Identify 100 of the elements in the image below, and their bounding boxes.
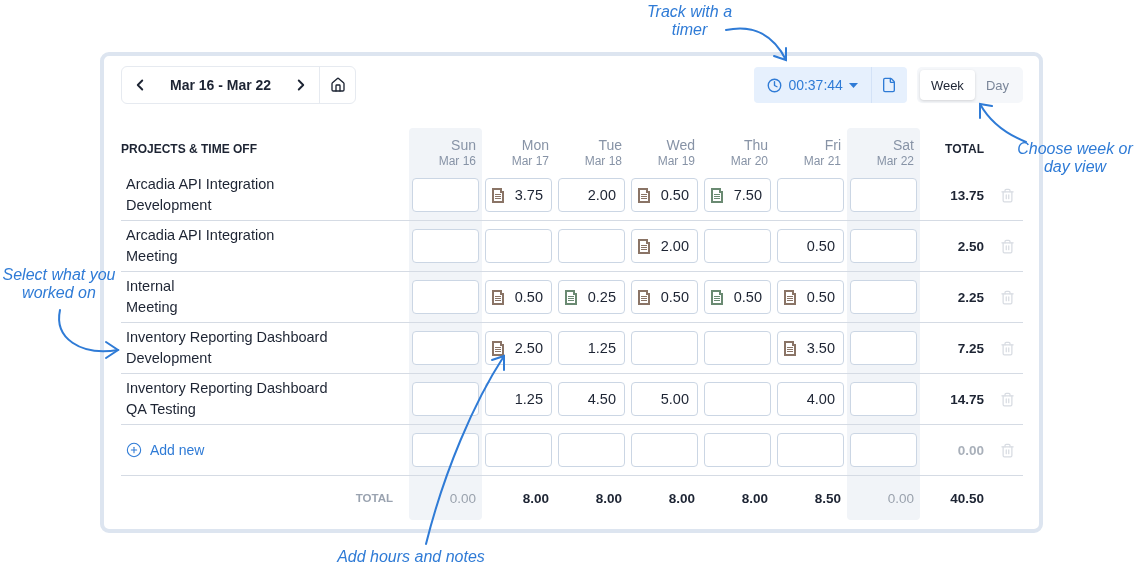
hours-input[interactable]: 4.50 bbox=[558, 382, 625, 416]
day-date: Mar 19 bbox=[657, 153, 695, 168]
day-name: Wed bbox=[666, 136, 695, 154]
project-name: Arcadia API Integration bbox=[126, 175, 275, 194]
day-total: 8.50 bbox=[813, 490, 842, 506]
day-total: 8.00 bbox=[667, 490, 696, 506]
hours-input[interactable]: 4.00 bbox=[777, 382, 844, 416]
hours-input[interactable] bbox=[558, 433, 625, 467]
hours-input[interactable] bbox=[704, 331, 771, 365]
task-name: Meeting bbox=[126, 298, 178, 317]
task-name: Meeting bbox=[126, 247, 179, 266]
hours-input[interactable]: 0.50 bbox=[631, 178, 698, 212]
day-name: Mon bbox=[521, 136, 549, 154]
delete-icon[interactable] bbox=[1000, 340, 1015, 356]
home-icon bbox=[329, 77, 346, 93]
delete-icon[interactable] bbox=[1000, 442, 1015, 458]
hours-input[interactable] bbox=[704, 229, 771, 263]
hours-input[interactable] bbox=[631, 433, 698, 467]
hours-input[interactable] bbox=[777, 178, 844, 212]
project-name: Internal bbox=[126, 277, 176, 296]
hours-input[interactable]: 2.50 bbox=[485, 331, 552, 365]
hours-input[interactable]: 0.50 bbox=[485, 280, 552, 314]
delete-icon[interactable] bbox=[1000, 391, 1015, 407]
hours-input[interactable]: 1.25 bbox=[485, 382, 552, 416]
hours-input[interactable]: 5.00 bbox=[631, 382, 698, 416]
caret-icon bbox=[848, 82, 858, 88]
day-total: 8.00 bbox=[594, 490, 623, 506]
row-total: 7.25 bbox=[956, 340, 985, 356]
hours-input[interactable] bbox=[558, 229, 625, 263]
hours-input[interactable]: 3.75 bbox=[485, 178, 552, 212]
day-name: Tue bbox=[598, 136, 622, 154]
annotation-text: Choose week or day view bbox=[1016, 140, 1135, 176]
project-name: Arcadia API Integration bbox=[126, 226, 275, 245]
hours-input[interactable] bbox=[704, 382, 771, 416]
day-date: Mar 22 bbox=[876, 153, 914, 168]
hours-input[interactable] bbox=[412, 280, 479, 314]
hours-input[interactable] bbox=[850, 229, 917, 263]
hours-input[interactable] bbox=[412, 229, 479, 263]
hours-input[interactable] bbox=[412, 382, 479, 416]
column-header: TOTAL bbox=[944, 142, 985, 156]
grand-total: 40.50 bbox=[949, 490, 985, 506]
day-name: Thu bbox=[743, 136, 768, 154]
annotation-text: Track with a timer bbox=[645, 3, 734, 39]
day-date: Mar 18 bbox=[584, 153, 622, 168]
row-total: 14.75 bbox=[949, 391, 985, 407]
hours-input[interactable]: 3.50 bbox=[777, 331, 844, 365]
view-tab[interactable]: Week bbox=[919, 70, 975, 100]
annotation-arrow bbox=[58, 309, 120, 359]
day-date: Mar 16 bbox=[438, 153, 476, 168]
task-name: QA Testing bbox=[126, 400, 197, 419]
hours-input[interactable] bbox=[704, 433, 771, 467]
hours-input[interactable] bbox=[412, 331, 479, 365]
hours-input[interactable] bbox=[485, 229, 552, 263]
day-total: 0.00 bbox=[448, 490, 477, 506]
plus-circle-icon bbox=[126, 442, 142, 458]
task-name: Development bbox=[126, 349, 213, 368]
annotation-text: Add hours and notes bbox=[335, 548, 486, 566]
day-date: Mar 17 bbox=[511, 153, 549, 168]
project-name: Inventory Reporting Dashboard bbox=[126, 328, 328, 347]
hours-input[interactable] bbox=[412, 178, 479, 212]
hours-input[interactable]: 0.50 bbox=[631, 280, 698, 314]
hours-input[interactable]: 2.00 bbox=[558, 178, 625, 212]
annotation-text: Select what you worked on bbox=[1, 266, 117, 302]
hours-input[interactable] bbox=[777, 433, 844, 467]
hours-input[interactable] bbox=[631, 331, 698, 365]
hours-input[interactable] bbox=[485, 433, 552, 467]
row-total: 2.50 bbox=[956, 238, 985, 254]
hours-input[interactable] bbox=[412, 433, 479, 467]
day-total: 0.00 bbox=[886, 490, 915, 506]
add-new-link[interactable]: Add new bbox=[121, 442, 205, 458]
hours-input[interactable]: 0.50 bbox=[777, 229, 844, 263]
hours-input[interactable] bbox=[850, 280, 917, 314]
annotation-arrow bbox=[725, 27, 787, 62]
hours-input[interactable] bbox=[850, 178, 917, 212]
hours-input[interactable]: 7.50 bbox=[704, 178, 771, 212]
hours-input[interactable]: 2.00 bbox=[631, 229, 698, 263]
clock-icon bbox=[767, 77, 783, 93]
row-total: 2.25 bbox=[956, 289, 985, 305]
row-total: 13.75 bbox=[949, 187, 985, 203]
delete-icon[interactable] bbox=[1000, 187, 1015, 203]
day-name: Sat bbox=[893, 136, 914, 154]
hours-input[interactable] bbox=[850, 433, 917, 467]
hours-input[interactable] bbox=[850, 331, 917, 365]
task-name: Development bbox=[126, 196, 213, 215]
day-date: Mar 21 bbox=[803, 153, 841, 168]
hours-input[interactable]: 1.25 bbox=[558, 331, 625, 365]
column-header: PROJECTS & TIME OFF bbox=[121, 142, 257, 156]
day-name: Sun bbox=[451, 136, 476, 154]
view-tab[interactable]: Day bbox=[974, 70, 1020, 100]
hours-input[interactable]: 0.25 bbox=[558, 280, 625, 314]
hours-input[interactable]: 0.50 bbox=[704, 280, 771, 314]
annotation-arrow bbox=[979, 102, 1027, 143]
day-name: Fri bbox=[824, 136, 841, 154]
project-name: Inventory Reporting Dashboard bbox=[126, 379, 328, 398]
delete-icon[interactable] bbox=[1000, 289, 1015, 305]
delete-icon[interactable] bbox=[1000, 238, 1015, 254]
row-total: 0.00 bbox=[956, 442, 985, 458]
date-range: Mar 16 - Mar 22 bbox=[169, 77, 273, 93]
hours-input[interactable]: 0.50 bbox=[777, 280, 844, 314]
hours-input[interactable] bbox=[850, 382, 917, 416]
